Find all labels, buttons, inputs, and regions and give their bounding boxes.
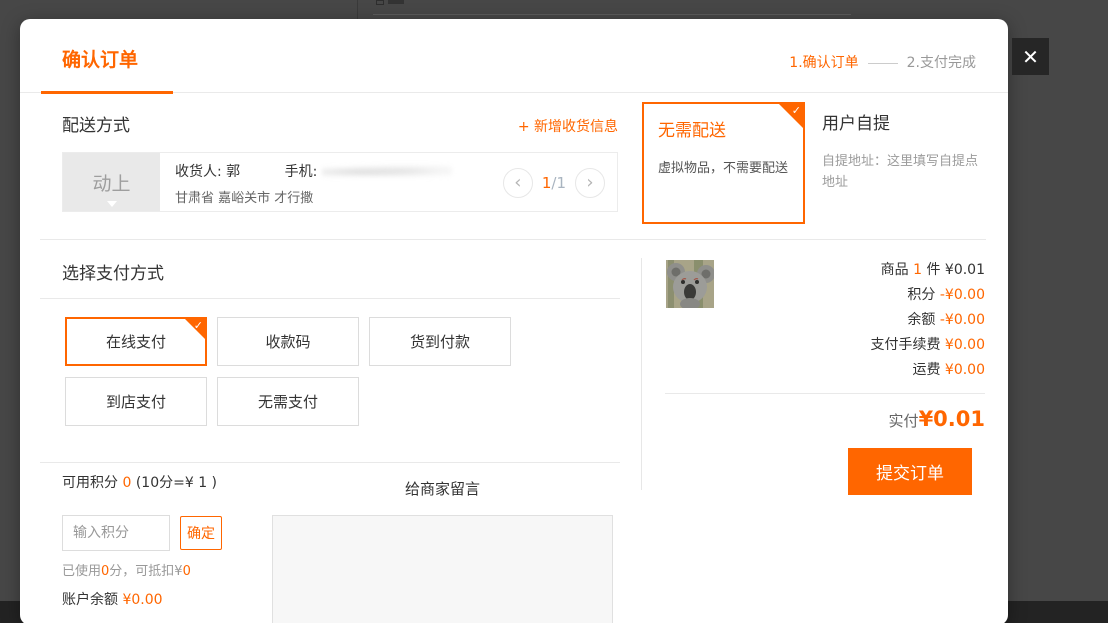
summary-vertical-divider <box>641 258 642 490</box>
step-indicator: 1.确认订单 2.支付完成 <box>789 52 976 72</box>
fee-line-service: 支付手续费 ¥0.00 <box>720 333 985 358</box>
merchant-message-label: 给商家留言 <box>272 478 613 499</box>
shipping-option-desc: 虚拟物品，不需要配送 <box>658 157 789 176</box>
total-label: 实付 <box>889 412 919 430</box>
next-address-button[interactable]: › <box>575 168 605 198</box>
background-divider-line <box>357 0 358 19</box>
points-used-note: 已使用0分，可抵扣¥0 <box>62 560 191 579</box>
step-payment-complete: 2.支付完成 <box>907 55 976 71</box>
modal-header: 确认订单 1.确认订单 2.支付完成 <box>20 19 1008 93</box>
background-tiny-icon <box>376 0 384 5</box>
chevron-down-icon <box>107 201 117 207</box>
available-points-line: 可用积分 0 (10分=¥ 1 ) <box>62 472 217 492</box>
payment-heading-divider <box>40 298 620 299</box>
fee-line-points: 积分 -¥0.00 <box>720 283 985 308</box>
phone-number-redacted <box>322 165 452 179</box>
close-icon: ✕ <box>1022 45 1039 69</box>
address-info: 收货人: 郭 手机: 甘肃省 嘉峪关市 才行撒 ‹ 1/1 › <box>160 153 617 211</box>
points-section-divider <box>40 462 620 463</box>
chevron-left-icon: ‹ <box>514 172 521 193</box>
address-page-indicator: 1/1 <box>542 174 566 192</box>
points-input[interactable] <box>62 515 170 551</box>
account-balance-line: 账户余额 ¥0.00 <box>62 589 163 609</box>
check-icon: ✓ <box>792 104 801 117</box>
order-fee-list: 商品 1 件 ¥0.01 积分 -¥0.00 余额 -¥0.00 支付手续费 ¥… <box>720 258 985 383</box>
summary-divider <box>665 393 985 394</box>
shipping-option-self-pickup[interactable]: 用户自提 自提地址：这里填写自提点地址 <box>822 109 990 193</box>
phone-label: 手机: <box>285 164 318 180</box>
points-confirm-button[interactable]: 确定 <box>180 516 222 550</box>
total-payable-line: 实付¥0.01 <box>720 407 985 431</box>
prev-address-button[interactable]: ‹ <box>503 168 533 198</box>
section-divider <box>40 239 986 240</box>
background-rule-line <box>373 14 851 15</box>
payment-option-instore[interactable]: 到店支付 <box>65 377 207 426</box>
order-confirm-modal: 确认订单 1.确认订单 2.支付完成 配送方式 + 新增收货信息 动上 收货人: … <box>20 19 1008 623</box>
product-image-koala <box>666 260 714 308</box>
fee-line-shipping: 运费 ¥0.00 <box>720 358 985 383</box>
address-pager: ‹ 1/1 › <box>503 153 605 213</box>
receiver-text: 收货人: 郭 <box>175 164 240 180</box>
fee-line-product: 商品 1 件 ¥0.01 <box>720 258 985 283</box>
check-icon: ✓ <box>194 319 203 332</box>
modal-close-button[interactable]: ✕ <box>1012 38 1049 75</box>
address-tag[interactable]: 动上 <box>63 153 160 211</box>
payment-option-qrcode[interactable]: 收款码 <box>217 317 359 366</box>
chevron-right-icon: › <box>586 172 593 193</box>
background-tiny-text <box>388 0 404 4</box>
payment-option-none[interactable]: 无需支付 <box>217 377 359 426</box>
shipping-option-title: 无需配送 <box>658 116 789 141</box>
step-confirm-order: 1.确认订单 <box>789 55 858 71</box>
merchant-message-textarea[interactable] <box>272 515 613 623</box>
page-title: 确认订单 <box>62 45 138 72</box>
shipping-option-desc: 自提地址：这里填写自提点地址 <box>822 151 990 193</box>
shipping-option-no-delivery[interactable]: 无需配送 虚拟物品，不需要配送 ✓ <box>642 102 805 224</box>
address-card[interactable]: 动上 收货人: 郭 手机: 甘肃省 嘉峪关市 才行撒 ‹ 1/1 › <box>62 152 618 212</box>
shipping-option-title: 用户自提 <box>822 109 990 134</box>
total-value: ¥0.01 <box>919 407 985 431</box>
active-tab-underline <box>41 91 173 94</box>
step-connector <box>868 63 898 64</box>
address-tag-label: 动上 <box>92 169 130 196</box>
account-balance-value: ¥0.00 <box>122 592 162 608</box>
fee-line-balance: 余额 -¥0.00 <box>720 308 985 333</box>
add-address-link[interactable]: + 新增收货信息 <box>518 116 618 136</box>
payment-section-heading: 选择支付方式 <box>62 259 164 284</box>
payment-option-cod[interactable]: 货到付款 <box>369 317 511 366</box>
payment-option-online[interactable]: 在线支付 ✓ <box>65 317 207 366</box>
delivery-section-heading: 配送方式 <box>62 111 130 136</box>
submit-order-button[interactable]: 提交订单 <box>848 448 972 495</box>
